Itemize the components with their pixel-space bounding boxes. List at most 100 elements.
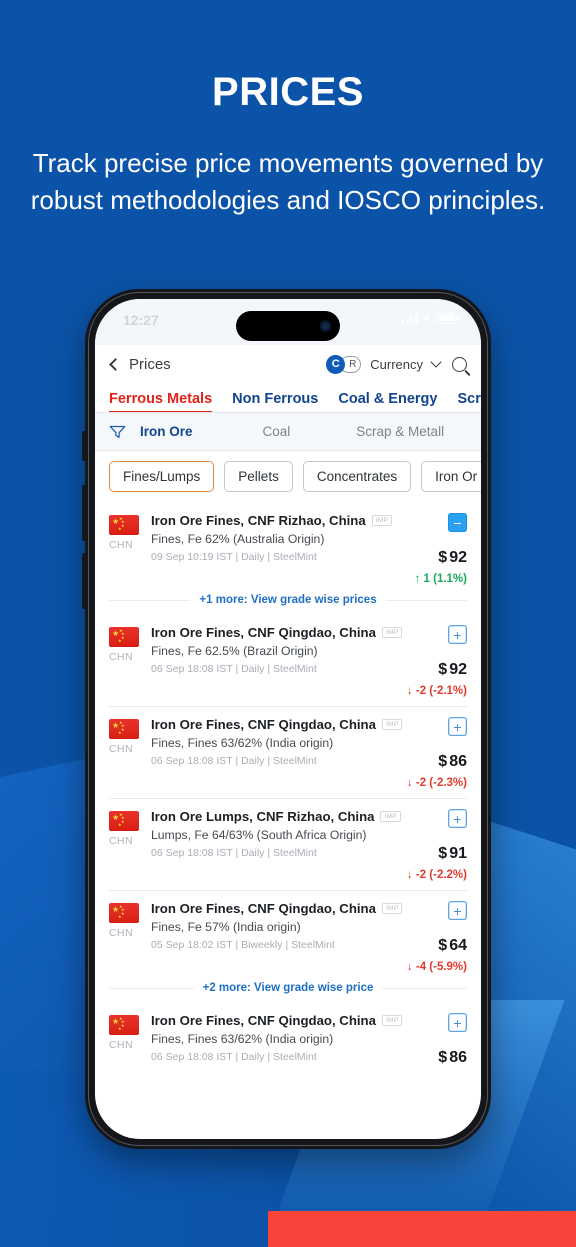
dynamic-island [236,311,340,341]
chip-fines-lumps[interactable]: Fines/Lumps [109,461,215,492]
chip-pellets[interactable]: Pellets [224,461,293,492]
view-grade-wise-row[interactable]: +1 more: View grade wise prices [95,585,481,615]
headline-block: PRICES Track precise price movements gov… [0,0,576,219]
price-meta: 06 Sep 18:08 IST | Daily | SteelMint [151,1051,317,1063]
tab-scrap-recycling[interactable]: Scrap Recyc [457,391,481,412]
page-subtitle: Track precise price movements governed b… [30,148,546,215]
price-number: 86 [449,1049,467,1066]
china-flag-icon: ★ ★ ★ ★ ★ [109,719,139,739]
subfilter-item-coal[interactable]: Coal [263,424,291,439]
expand-button[interactable]: + [448,625,467,644]
price-value-column: + $92 ↓ -2 (-2.1%) [371,625,467,697]
price-meta: 06 Sep 18:08 IST | Daily | SteelMint [151,755,317,767]
tab-coal-energy[interactable]: Coal & Energy [338,391,437,412]
front-camera-icon [320,320,331,332]
chip-row[interactable]: Fines/Lumps Pellets Concentrates Iron Or [95,451,481,503]
navbar-title: Prices [129,355,171,373]
price-amount: $64 [371,937,467,955]
currency-toggle[interactable]: C R [326,354,362,374]
currency-option-selected[interactable]: C [326,354,346,374]
wifi-icon: ◕ [422,311,430,325]
chip-concentrates[interactable]: Concentrates [302,461,412,492]
country-code: CHN [109,927,133,939]
expand-button[interactable]: + [448,1013,467,1032]
price-title-line: Iron Ore Fines, CNF Qingdao, China IMP [151,717,403,732]
price-spec: Fines, Fe 62% (Australia Origin) [151,532,325,546]
back-button[interactable]: Prices [109,356,171,373]
price-list-item[interactable]: ★ ★ ★ ★ ★ CHN Iron Ore Fines, CNF Qingdao, C… [95,1003,481,1067]
subfilter-bar[interactable]: Iron Ore Coal Scrap & Metall [95,413,481,451]
signal-bars-icon [401,312,418,324]
battery-icon [435,312,460,324]
price-title-line: Iron Ore Fines, CNF Rizhao, China IMP [151,513,393,528]
price-title: Iron Ore Fines, CNF Qingdao, China [151,717,376,732]
collapse-button[interactable]: − [448,513,467,532]
price-number: 91 [449,845,467,862]
price-spec: Lumps, Fe 64/63% (South Africa Origin) [151,828,367,842]
price-list-item[interactable]: ★ ★ ★ ★ ★ CHN Iron Ore Fines, CNF Qingdao, C… [95,891,481,973]
price-number: 92 [449,661,467,678]
view-grade-wise-link[interactable]: +2 more: View grade wise price [203,982,374,994]
phone-screen: 12:27 ◕ Prices C R Currency Ferrous Meta… [95,299,481,1139]
country-column: ★ ★ ★ ★ ★ CHN [109,809,151,881]
search-icon[interactable] [452,356,467,372]
price-info: Iron Ore Fines, CNF Qingdao, China IMP F… [151,717,403,789]
price-list-item[interactable]: ★ ★ ★ ★ ★ CHN Iron Ore Fines, CNF Qingdao, C… [95,615,481,697]
page-title: PRICES [212,70,364,114]
price-info: Iron Ore Lumps, CNF Rizhao, China IMP Lu… [151,809,401,881]
subfilter-item-scrap-metallics[interactable]: Scrap & Metall [356,424,444,439]
price-currency: $ [438,1049,448,1066]
price-info: Iron Ore Fines, CNF Qingdao, China IMP F… [151,901,403,973]
china-flag-icon: ★ ★ ★ ★ ★ [109,811,139,831]
funnel-icon[interactable] [109,425,126,439]
category-tab-bar[interactable]: Ferrous Metals Non Ferrous Coal & Energy… [95,383,481,413]
view-grade-wise-link[interactable]: +1 more: View grade wise prices [199,594,376,606]
price-currency: $ [438,937,448,954]
view-grade-wise-row[interactable]: +2 more: View grade wise price [95,973,481,1003]
chip-iron-ore[interactable]: Iron Or [421,461,481,492]
price-title: Iron Ore Fines, CNF Qingdao, China [151,901,376,916]
divider-left [109,599,191,601]
expand-button[interactable]: + [448,901,467,920]
price-spec: Fines, Fe 57% (India origin) [151,920,301,934]
country-code: CHN [109,651,133,663]
price-list-item[interactable]: ★ ★ ★ ★ ★ CHN Iron Ore Lumps, CNF Rizhao, Ch… [95,799,481,881]
status-bar-time: 12:27 [123,312,159,328]
price-title: Iron Ore Fines, CNF Rizhao, China [151,513,366,528]
subfilter-item-iron-ore[interactable]: Iron Ore [140,424,193,439]
red-banner-strip [268,1211,576,1247]
price-list-item[interactable]: ★ ★ ★ ★ ★ CHN Iron Ore Fines, CNF Rizhao, Ch… [95,503,481,585]
price-title-line: Iron Ore Lumps, CNF Rizhao, China IMP [151,809,401,824]
tab-non-ferrous[interactable]: Non Ferrous [232,391,318,412]
price-title-line: Iron Ore Fines, CNF Qingdao, China IMP [151,901,403,916]
china-flag-icon: ★ ★ ★ ★ ★ [109,1015,139,1035]
price-list-item[interactable]: ★ ★ ★ ★ ★ CHN Iron Ore Fines, CNF Qingdao, C… [95,707,481,789]
phone-mockup: 12:27 ◕ Prices C R Currency Ferrous Meta… [82,289,491,1149]
chevron-left-icon [109,357,122,371]
price-number: 86 [449,753,467,770]
price-value-column: + $86 [371,1013,467,1067]
price-change: ↓ -2 (-2.2%) [406,869,467,881]
country-column: ★ ★ ★ ★ ★ CHN [109,513,151,585]
silent-switch[interactable] [82,431,86,461]
price-currency: $ [438,753,448,770]
price-amount: $92 [371,661,467,679]
country-code: CHN [109,539,133,551]
country-column: ★ ★ ★ ★ ★ CHN [109,625,151,697]
volume-down-button[interactable] [82,553,86,609]
country-column: ★ ★ ★ ★ ★ CHN [109,717,151,789]
price-amount: $92 [371,549,467,567]
price-title: Iron Ore Lumps, CNF Rizhao, China [151,809,375,824]
expand-button[interactable]: + [448,717,467,736]
country-column: ★ ★ ★ ★ ★ CHN [109,1013,151,1067]
currency-label[interactable]: Currency [370,357,423,372]
price-change: ↓ -2 (-2.3%) [406,777,467,789]
expand-button[interactable]: + [448,809,467,828]
volume-up-button[interactable] [82,485,86,541]
country-code: CHN [109,1039,133,1051]
tab-ferrous-metals[interactable]: Ferrous Metals [109,391,213,412]
price-value-column: + $64 ↓ -4 (-5.9%) [371,901,467,973]
price-meta: 09 Sep 10:19 IST | Daily | SteelMint [151,551,317,563]
price-meta: 06 Sep 18:08 IST | Daily | SteelMint [151,663,317,675]
chevron-down-icon[interactable] [430,356,442,368]
